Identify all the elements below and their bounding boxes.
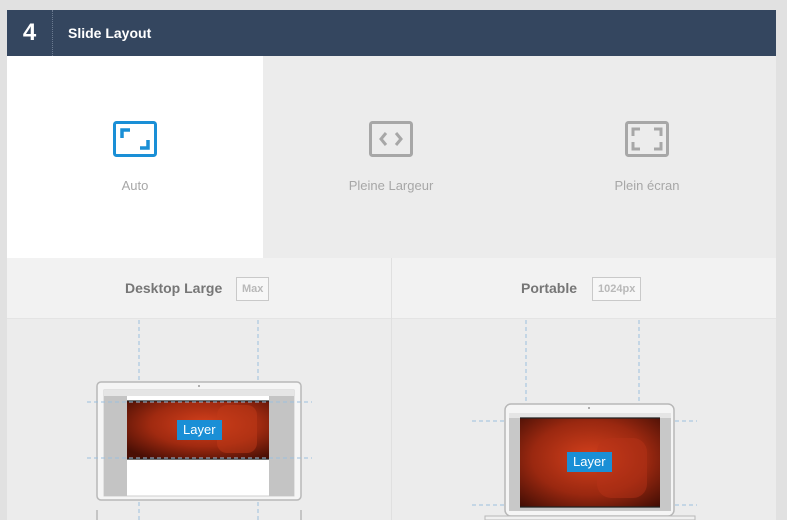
layer-label[interactable]: Layer bbox=[567, 452, 612, 472]
layout-option-auto[interactable]: Auto bbox=[7, 56, 263, 258]
section-title: Slide Layout bbox=[68, 25, 152, 41]
layer-label[interactable]: Layer bbox=[177, 420, 222, 440]
device-width-badge: Max bbox=[236, 277, 270, 301]
device-previews: Desktop Large Max Portable 1024px Layer … bbox=[7, 258, 776, 520]
device-name: Desktop Large bbox=[125, 280, 223, 296]
section-header: 4 Slide Layout bbox=[7, 10, 776, 56]
fullscreen-icon bbox=[625, 121, 669, 157]
auto-layout-icon bbox=[113, 121, 157, 157]
device-header-portable: Portable 1024px bbox=[392, 258, 776, 319]
layout-option-fullscreen[interactable]: Plein écran bbox=[519, 56, 775, 258]
code-brackets-icon bbox=[369, 121, 413, 157]
laptop-icon bbox=[472, 320, 697, 520]
layout-option-label: Auto bbox=[121, 178, 149, 193]
device-header-desktop-large: Desktop Large Max bbox=[7, 258, 391, 319]
layout-options: Auto Pleine Largeur Plein écran bbox=[7, 56, 776, 258]
layout-option-label: Pleine Largeur bbox=[348, 178, 434, 193]
layout-option-full-width[interactable]: Pleine Largeur bbox=[263, 56, 519, 258]
device-name: Portable bbox=[521, 280, 578, 296]
slide-layout-panel: 4 Slide Layout Auto Pleine Largeur Plein… bbox=[7, 10, 776, 520]
layout-option-label: Plein écran bbox=[614, 178, 680, 193]
portable-preview[interactable]: Layer bbox=[392, 320, 776, 520]
step-number: 4 bbox=[7, 10, 53, 56]
device-width-badge: 1024px bbox=[592, 277, 642, 301]
desktop-large-preview[interactable]: Layer bbox=[7, 320, 391, 520]
